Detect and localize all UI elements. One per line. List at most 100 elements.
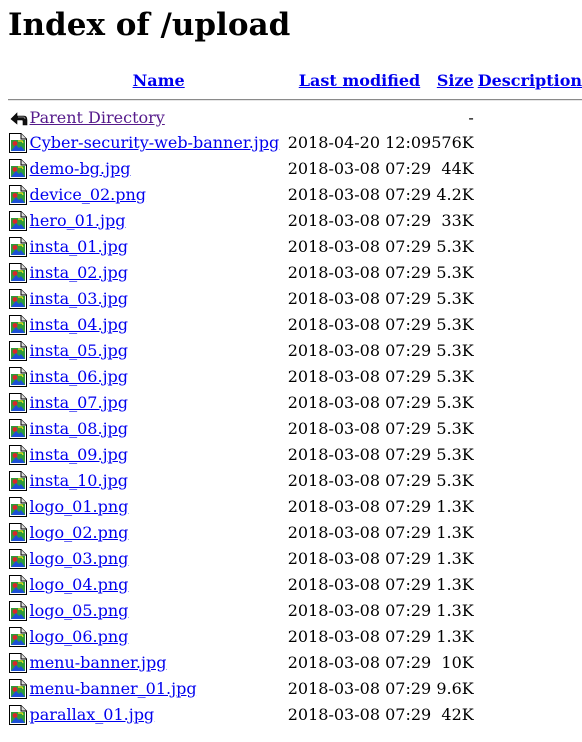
file-link[interactable]: insta_03.jpg (30, 289, 129, 308)
file-row: logo_04.png 2018-03-08 07:29 1.3K (8, 572, 582, 598)
file-description (474, 676, 582, 702)
file-link[interactable]: logo_05.png (30, 601, 129, 620)
file-link[interactable]: menu-banner.jpg (30, 653, 167, 672)
image-file-icon (8, 444, 28, 466)
header-separator-row (8, 94, 582, 106)
image-file-icon (8, 418, 28, 440)
file-size: 576K (431, 133, 474, 152)
file-link[interactable]: logo_01.png (30, 497, 129, 516)
file-description (474, 364, 582, 390)
file-link[interactable]: insta_06.jpg (30, 367, 129, 386)
parent-directory-link[interactable]: Parent Directory (30, 108, 165, 127)
image-file-icon (8, 704, 28, 726)
page-title: Index of /upload (8, 7, 291, 43)
file-link[interactable]: menu-banner_01.jpg (30, 679, 197, 698)
file-link[interactable]: insta_01.jpg (30, 237, 129, 256)
file-size: 5.3K (436, 367, 474, 386)
file-modified: 2018-03-08 07:29 (287, 497, 432, 516)
sort-by-size-link[interactable]: Size (437, 71, 474, 90)
file-modified: 2018-03-08 07:29 (287, 185, 432, 204)
file-modified: 2018-03-08 07:29 (287, 341, 432, 360)
file-size: 4.2K (436, 185, 474, 204)
file-modified: 2018-03-08 07:29 (287, 367, 432, 386)
file-link[interactable]: demo-bg.jpg (30, 159, 131, 178)
header-size: Size (431, 66, 474, 94)
file-link[interactable]: insta_09.jpg (30, 445, 129, 464)
image-file-icon (8, 340, 28, 362)
image-file-icon (8, 236, 28, 258)
file-link[interactable]: logo_03.png (30, 549, 129, 568)
file-row: hero_01.jpg 2018-03-08 07:29 33K (8, 208, 582, 234)
image-file-icon (8, 132, 28, 154)
file-link[interactable]: insta_02.jpg (30, 263, 129, 282)
image-file-icon (8, 496, 28, 518)
file-link[interactable]: insta_05.jpg (30, 341, 129, 360)
file-row: parallax_01.jpg 2018-03-08 07:29 42K (8, 702, 582, 728)
header-row: Name Last modified Size Description (8, 66, 582, 94)
file-description (474, 260, 582, 286)
file-link[interactable]: logo_02.png (30, 523, 129, 542)
file-modified: 2018-03-08 07:29 (287, 315, 432, 334)
file-modified: 2018-03-08 07:29 (287, 549, 432, 568)
file-size: 5.3K (436, 445, 474, 464)
file-size: 44K (441, 159, 474, 178)
file-description (474, 416, 582, 442)
file-row: insta_03.jpg 2018-03-08 07:29 5.3K (8, 286, 582, 312)
file-modified: 2018-03-08 07:29 (287, 445, 432, 464)
image-file-icon (8, 522, 28, 544)
file-size: 1.3K (436, 627, 474, 646)
image-file-icon (8, 184, 28, 206)
file-row: insta_06.jpg 2018-03-08 07:29 5.3K (8, 364, 582, 390)
header-name: Name (30, 66, 288, 94)
file-description (474, 468, 582, 494)
file-row: insta_02.jpg 2018-03-08 07:29 5.3K (8, 260, 582, 286)
file-size: 1.3K (436, 575, 474, 594)
file-link[interactable]: device_02.png (30, 185, 147, 204)
file-size: 5.3K (436, 471, 474, 490)
file-description (474, 286, 582, 312)
file-link[interactable]: insta_07.jpg (30, 393, 129, 412)
file-link[interactable]: parallax_01.jpg (30, 705, 155, 724)
header-separator (8, 99, 582, 101)
file-description (474, 598, 582, 624)
file-row: insta_05.jpg 2018-03-08 07:29 5.3K (8, 338, 582, 364)
file-link[interactable]: logo_04.png (30, 575, 129, 594)
file-description (474, 494, 582, 520)
file-link[interactable]: insta_04.jpg (30, 315, 129, 334)
file-modified: 2018-03-08 07:29 (287, 393, 432, 412)
file-size: 5.3K (436, 289, 474, 308)
file-description (474, 702, 582, 728)
file-description (474, 650, 582, 676)
image-file-icon (8, 392, 28, 414)
file-modified: 2018-03-08 07:29 (287, 575, 432, 594)
file-row: logo_02.png 2018-03-08 07:29 1.3K (8, 520, 582, 546)
file-link[interactable]: insta_08.jpg (30, 419, 129, 438)
file-description (474, 546, 582, 572)
file-description (474, 572, 582, 598)
file-link[interactable]: Cyber-security-web-banner.jpg (30, 133, 280, 152)
file-row: logo_06.png 2018-03-08 07:29 1.3K (8, 624, 582, 650)
file-modified: 2018-03-08 07:29 (287, 627, 432, 646)
image-file-icon (8, 158, 28, 180)
file-modified: 2018-03-08 07:29 (287, 159, 432, 178)
file-row: insta_08.jpg 2018-03-08 07:29 5.3K (8, 416, 582, 442)
file-row: menu-banner_01.jpg 2018-03-08 07:29 9.6K (8, 676, 582, 702)
sort-by-description-link[interactable]: Description (478, 71, 582, 90)
header-description: Description (474, 66, 582, 94)
file-description (474, 182, 582, 208)
sort-by-last-modified-link[interactable]: Last modified (299, 71, 420, 90)
file-modified: 2018-03-08 07:29 (287, 211, 432, 230)
sort-by-name-link[interactable]: Name (133, 71, 185, 90)
directory-listing: Name Last modified Size Description Pare… (8, 66, 582, 728)
file-description (474, 442, 582, 468)
file-link[interactable]: logo_06.png (30, 627, 129, 646)
file-row: insta_07.jpg 2018-03-08 07:29 5.3K (8, 390, 582, 416)
image-file-icon (8, 366, 28, 388)
file-row: device_02.png 2018-03-08 07:29 4.2K (8, 182, 582, 208)
file-link[interactable]: hero_01.jpg (30, 211, 126, 230)
parent-directory-row: Parent Directory - (8, 106, 582, 130)
file-modified: 2018-04-20 12:09 (287, 133, 432, 152)
image-file-icon (8, 678, 28, 700)
file-link[interactable]: insta_10.jpg (30, 471, 129, 490)
image-file-icon (8, 574, 28, 596)
